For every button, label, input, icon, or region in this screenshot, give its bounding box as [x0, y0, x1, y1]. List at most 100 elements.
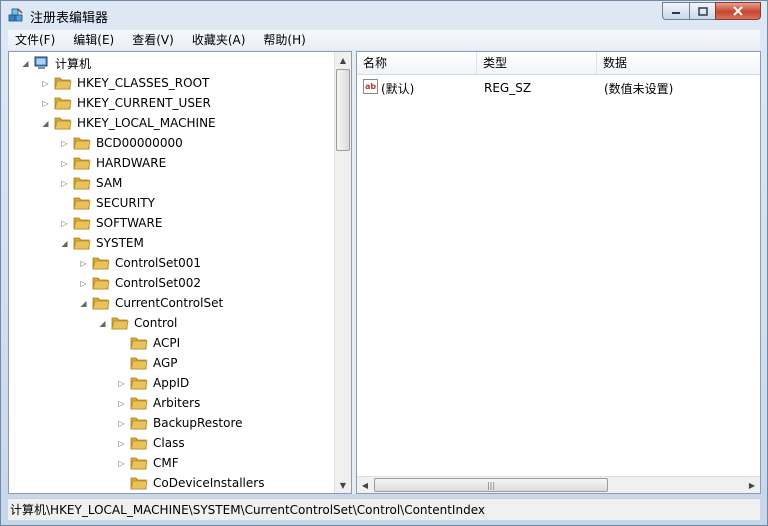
tree-node[interactable]: ◢ CurrentControlSet [79, 293, 223, 313]
folder-icon [130, 417, 148, 430]
tree-root-label: 计算机 [55, 56, 92, 71]
folder-icon [130, 397, 148, 410]
folder-icon [130, 457, 148, 470]
scroll-up-icon[interactable]: ▲ [335, 52, 351, 68]
tree-node-label: AppID [153, 376, 190, 390]
tree-vertical-scrollbar[interactable]: ▲ ▼ [334, 52, 351, 493]
tree-node[interactable]: ACPI [117, 333, 180, 353]
tree-node-label: ControlSet002 [115, 276, 201, 290]
tree-node[interactable]: ▷ HARDWARE [60, 153, 166, 173]
tree-node[interactable]: ▷ SOFTWARE [60, 213, 162, 233]
expand-icon[interactable]: ▷ [41, 79, 50, 88]
tree-node[interactable]: SECURITY [60, 193, 155, 213]
tree-node[interactable]: ▷ SAM [60, 173, 122, 193]
expand-icon[interactable]: ▷ [60, 219, 69, 228]
collapse-icon[interactable]: ◢ [41, 119, 50, 128]
folder-icon [73, 137, 91, 150]
collapse-icon[interactable]: ◢ [79, 299, 88, 308]
tree-node[interactable]: ▷ HKEY_CLASSES_ROOT [41, 73, 209, 93]
folder-icon [130, 477, 148, 490]
menu-edit[interactable]: 编辑(E) [66, 30, 121, 50]
maximize-icon [697, 6, 708, 16]
expand-icon[interactable]: ▷ [117, 419, 126, 428]
scroll-down-icon[interactable]: ▼ [335, 477, 351, 493]
menu-favorites[interactable]: 收藏夹(A) [185, 30, 253, 50]
tree-scroll-thumb[interactable] [336, 69, 350, 151]
folder-icon [54, 97, 72, 110]
tree-node-label: SAM [96, 176, 123, 190]
tree-node-label: CoDeviceInstallers [153, 476, 265, 490]
folder-icon [130, 337, 148, 350]
tree-root-computer[interactable]: ◢ 计算机 [21, 53, 91, 73]
title-bar[interactable]: 注册表编辑器 [1, 1, 767, 29]
tree-node[interactable]: CoDeviceInstallers [117, 473, 264, 493]
tree-node[interactable]: ◢ SYSTEM [60, 233, 144, 253]
tree-node[interactable]: ▷ HKEY_CURRENT_USER [41, 93, 211, 113]
folder-icon [130, 437, 148, 450]
column-type[interactable]: 类型 [477, 52, 597, 74]
close-button[interactable] [715, 2, 761, 20]
expand-icon[interactable]: ▷ [117, 459, 126, 468]
tree-node[interactable]: ▷ BackupRestore [117, 413, 243, 433]
value-name: (默认) [381, 81, 415, 96]
folder-icon [73, 217, 91, 230]
folder-icon [92, 257, 110, 270]
tree-node-label: HKEY_CURRENT_USER [77, 96, 211, 110]
values-list-pane[interactable]: 名称 类型 数据 ab (默认) REG_SZ (数值未设置) ◀ ||| ▶ [356, 51, 761, 494]
menu-file[interactable]: 文件(F) [8, 30, 62, 50]
registry-tree-pane[interactable]: ◢ 计算机 ▷ HKEY_CLASSES_ROOT ▷ HKEY_CURRENT_US… [8, 51, 352, 494]
tree-node-label: SYSTEM [96, 236, 144, 250]
close-icon [733, 6, 743, 16]
tree-node[interactable]: ▷ BCD00000000 [60, 133, 182, 153]
tree-node[interactable]: ▷ AppID [117, 373, 189, 393]
folder-icon [54, 77, 72, 90]
expand-icon[interactable]: ▷ [79, 259, 88, 268]
tree-node-label: ControlSet001 [115, 256, 201, 270]
expand-icon[interactable]: ▷ [41, 99, 50, 108]
registry-tree: ◢ 计算机 ▷ HKEY_CLASSES_ROOT ▷ HKEY_CURRENT_US… [9, 52, 335, 493]
tree-node-label: CurrentControlSet [115, 296, 224, 310]
svg-text:ab: ab [365, 82, 376, 91]
tree-node[interactable]: ▷ ControlSet002 [79, 273, 201, 293]
expand-icon[interactable]: ▷ [60, 139, 69, 148]
tree-node-label: CMF [153, 456, 179, 470]
collapse-icon[interactable]: ◢ [21, 59, 30, 68]
tree-node[interactable]: ◢ HKEY_LOCAL_MACHINE [41, 113, 215, 133]
tree-node-label: Class [153, 436, 185, 450]
scroll-left-icon[interactable]: ◀ [357, 477, 373, 493]
minimize-button[interactable] [662, 2, 689, 20]
tree-node[interactable]: ▷ CMF [117, 453, 179, 473]
folder-icon [73, 237, 91, 250]
list-horizontal-scrollbar[interactable]: ◀ ||| ▶ [357, 476, 760, 493]
expand-icon[interactable]: ▷ [117, 379, 126, 388]
expand-icon[interactable]: ▷ [117, 439, 126, 448]
expand-icon[interactable]: ▷ [79, 279, 88, 288]
window-title: 注册表编辑器 [30, 11, 109, 26]
expand-icon[interactable]: ▷ [117, 399, 126, 408]
folder-icon [73, 157, 91, 170]
tree-node[interactable]: ▷ Class [117, 433, 185, 453]
tree-node-label: ACPI [153, 336, 181, 350]
column-name[interactable]: 名称 [357, 52, 477, 74]
folder-icon [130, 357, 148, 370]
value-row[interactable]: ab (默认) REG_SZ (数值未设置) [357, 79, 760, 97]
tree-node[interactable]: ▷ ControlSet001 [79, 253, 201, 273]
minimize-icon [672, 12, 680, 14]
tree-node[interactable]: AGP [117, 353, 178, 373]
tree-node-label: BackupRestore [153, 416, 243, 430]
regedit-app-icon [8, 8, 23, 22]
maximize-button[interactable] [689, 2, 715, 20]
tree-node[interactable]: ◢ Control [98, 313, 177, 333]
collapse-icon[interactable]: ◢ [60, 239, 69, 248]
tree-node[interactable]: ▷ Arbiters [117, 393, 200, 413]
expand-icon[interactable]: ▷ [60, 179, 69, 188]
expand-icon[interactable]: ▷ [60, 159, 69, 168]
list-scroll-thumb[interactable]: ||| [374, 478, 608, 492]
column-data[interactable]: 数据 [597, 52, 760, 74]
menu-help[interactable]: 帮助(H) [256, 30, 312, 50]
menu-view[interactable]: 查看(V) [125, 30, 181, 50]
scroll-right-icon[interactable]: ▶ [744, 477, 760, 493]
collapse-icon[interactable]: ◢ [98, 319, 107, 328]
